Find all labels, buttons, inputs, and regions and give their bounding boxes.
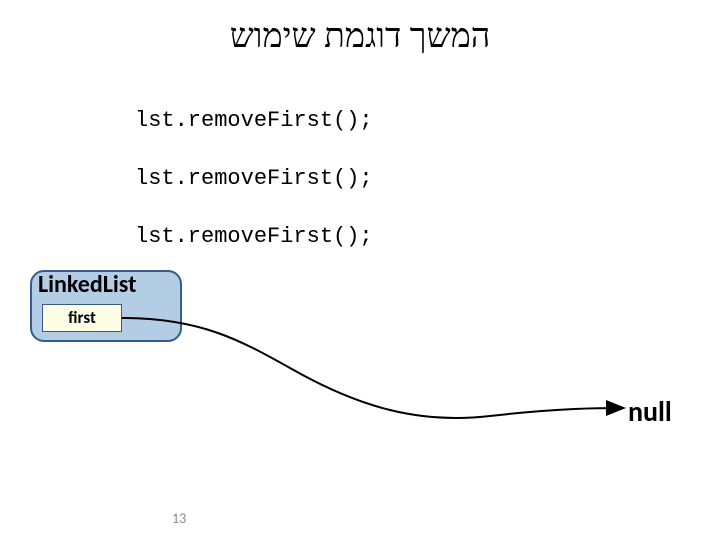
first-field-box: first [42,304,122,332]
code-line-3: lst.removeFirst(); [135,224,373,249]
null-label: null [628,394,672,429]
page-number: 13 [172,510,186,527]
linkedlist-class-label: LinkedList [38,270,136,299]
slide-title: המשך דוגמת שימוש [0,18,720,56]
code-line-2: lst.removeFirst(); [135,166,373,191]
code-line-1: lst.removeFirst(); [135,108,373,133]
